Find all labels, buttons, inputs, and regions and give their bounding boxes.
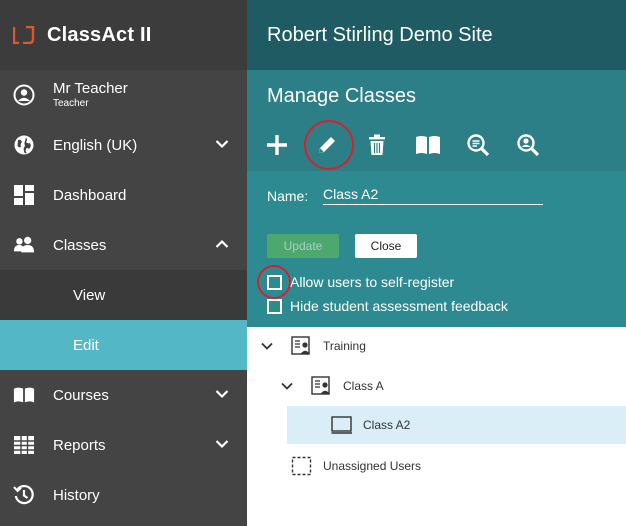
book-icon	[13, 384, 35, 406]
book-icon	[416, 136, 440, 154]
hide-feedback-label: Hide student assessment feedback	[290, 298, 508, 314]
site-title: Robert Stirling Demo Site	[247, 0, 626, 70]
globe-icon	[13, 134, 35, 156]
chevron-down-icon	[215, 440, 229, 449]
sidebar-item-classes-label: Classes	[53, 236, 107, 254]
user-role: Teacher	[53, 97, 89, 109]
edit-button-highlight-circle	[304, 120, 354, 170]
class-tree: Training Class A Class A2 Unassigned Use…	[247, 327, 626, 526]
search-list-icon	[467, 134, 490, 157]
find-user-button[interactable]	[513, 130, 543, 160]
sidebar-item-history[interactable]: History	[0, 470, 247, 520]
sidebar-item-language[interactable]: English (UK)	[0, 120, 247, 170]
user-circle-icon	[13, 84, 35, 106]
tree-item-label: Class A2	[363, 418, 411, 432]
class-group-icon	[311, 376, 330, 395]
tree-item-class-a[interactable]: Class A	[247, 367, 626, 405]
allow-self-register-label: Allow users to self-register	[290, 274, 455, 290]
page-title: Manage Classes	[267, 85, 416, 107]
chevron-down-icon	[215, 140, 229, 149]
name-label: Name:	[267, 188, 309, 204]
chevron-down-icon[interactable]	[281, 380, 293, 392]
delete-button[interactable]	[362, 130, 392, 160]
sidebar-item-reports-label: Reports	[53, 436, 106, 454]
class-name-input[interactable]: Class A2	[323, 186, 543, 205]
search-user-icon	[517, 134, 540, 157]
app-name: ClassAct II	[47, 23, 152, 46]
sidebar-item-history-label: History	[53, 486, 100, 504]
sidebar-item-classes[interactable]: Classes	[0, 220, 247, 270]
sidebar-item-reports[interactable]: Reports	[0, 420, 247, 470]
courses-button[interactable]	[413, 130, 443, 160]
update-button[interactable]: Update	[267, 234, 339, 258]
user-name: Mr Teacher	[53, 79, 128, 97]
tree-item-training[interactable]: Training	[247, 327, 626, 365]
dashboard-icon	[13, 184, 35, 206]
chevron-up-icon	[215, 239, 229, 248]
users-icon	[13, 234, 35, 256]
sidebar-item-dashboard[interactable]: Dashboard	[0, 170, 247, 220]
tree-item-label: Class A	[343, 379, 384, 393]
main-content: Robert Stirling Demo Site Manage Classes	[247, 0, 626, 526]
sidebar-subitem-view[interactable]: View	[0, 270, 247, 320]
close-button[interactable]: Close	[355, 234, 417, 258]
classact-logo-icon	[13, 26, 35, 44]
allow-self-register-row[interactable]: Allow users to self-register	[267, 274, 454, 290]
class-group-icon	[291, 336, 310, 355]
sidebar-item-dashboard-label: Dashboard	[53, 186, 127, 204]
sidebar-item-language-label: English (UK)	[53, 136, 138, 154]
hide-feedback-checkbox[interactable]	[267, 298, 282, 314]
dashed-box-icon	[291, 456, 312, 476]
chevron-down-icon[interactable]	[261, 340, 273, 352]
tree-item-class-a2[interactable]: Class A2	[287, 406, 626, 444]
view-details-button[interactable]	[463, 130, 493, 160]
table-grid-icon	[13, 434, 35, 456]
tree-item-label: Unassigned Users	[323, 459, 422, 473]
sidebar-item-courses[interactable]: Courses	[0, 370, 247, 420]
user-profile[interactable]: Mr Teacher Teacher	[0, 70, 247, 120]
sidebar-item-courses-label: Courses	[53, 386, 109, 404]
history-clock-icon	[13, 484, 35, 506]
add-button[interactable]	[262, 130, 292, 160]
chevron-down-icon	[215, 390, 229, 399]
plus-icon	[267, 135, 287, 155]
tree-item-label: Training	[323, 339, 366, 353]
tree-item-unassigned-users[interactable]: Unassigned Users	[247, 447, 626, 485]
sidebar: ClassAct II Mr Teacher Teacher English (…	[0, 0, 247, 526]
checkbox-highlight-circle	[257, 265, 291, 299]
hide-feedback-row[interactable]: Hide student assessment feedback	[267, 298, 508, 314]
brand: ClassAct II	[0, 0, 247, 70]
sidebar-subitem-edit[interactable]: Edit	[0, 320, 247, 370]
trash-icon	[369, 134, 385, 155]
class-icon	[331, 416, 352, 434]
